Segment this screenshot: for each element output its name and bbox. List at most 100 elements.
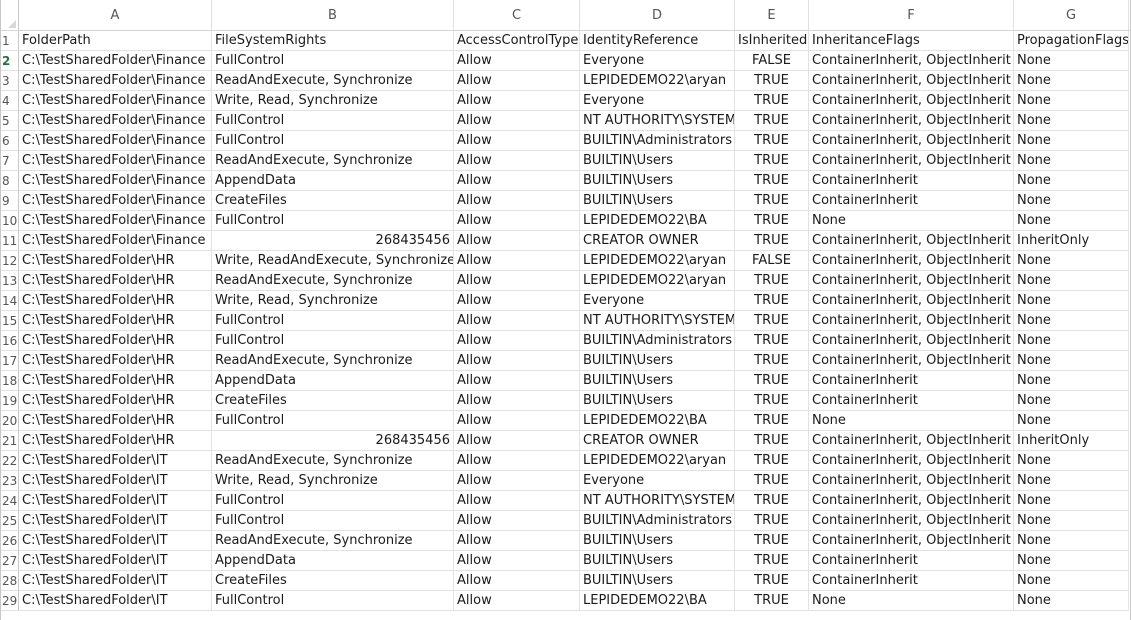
column-header-f[interactable]: F [809, 0, 1014, 30]
table-cell[interactable]: LEPIDEDEMO22\aryan [580, 451, 735, 471]
table-cell[interactable]: FullControl [212, 311, 454, 331]
table-cell[interactable]: None [1014, 91, 1129, 111]
table-cell[interactable]: C:\TestSharedFolder\HR [19, 251, 212, 271]
table-cell[interactable]: C:\TestSharedFolder\Finance [19, 71, 212, 91]
table-cell[interactable]: ReadAndExecute, Synchronize [212, 451, 454, 471]
table-cell[interactable]: Write, Read, Synchronize [212, 91, 454, 111]
table-cell[interactable]: BUILTIN\Administrators [580, 511, 735, 531]
row-header[interactable]: 14 [1, 291, 19, 311]
table-cell[interactable]: ContainerInherit [809, 391, 1014, 411]
table-cell[interactable]: Allow [454, 491, 580, 511]
table-cell[interactable]: None [1014, 251, 1129, 271]
table-cell[interactable]: BUILTIN\Users [580, 571, 735, 591]
table-cell[interactable]: ContainerInherit, ObjectInherit [809, 71, 1014, 91]
table-cell[interactable]: None [1014, 351, 1129, 371]
table-cell[interactable]: Everyone [580, 91, 735, 111]
table-cell[interactable]: TRUE [735, 111, 809, 131]
row-header[interactable]: 20 [1, 411, 19, 431]
table-cell[interactable]: LEPIDEDEMO22\BA [580, 591, 735, 611]
table-cell[interactable]: Write, Read, Synchronize [212, 471, 454, 491]
table-cell[interactable]: Write, ReadAndExecute, Synchronize [212, 251, 454, 271]
table-cell[interactable]: TRUE [735, 591, 809, 611]
table-cell[interactable]: ReadAndExecute, Synchronize [212, 351, 454, 371]
row-header[interactable]: 28 [1, 571, 19, 591]
table-cell[interactable]: BUILTIN\Administrators [580, 331, 735, 351]
table-cell[interactable]: LEPIDEDEMO22\aryan [580, 71, 735, 91]
table-cell[interactable]: Allow [454, 271, 580, 291]
row-header[interactable]: 26 [1, 531, 19, 551]
table-cell[interactable]: ContainerInherit, ObjectInherit [809, 431, 1014, 451]
table-cell[interactable]: AppendData [212, 551, 454, 571]
table-cell[interactable]: ContainerInherit, ObjectInherit [809, 511, 1014, 531]
row-header[interactable]: 23 [1, 471, 19, 491]
table-cell[interactable]: TRUE [735, 271, 809, 291]
table-cell[interactable]: FALSE [735, 51, 809, 71]
table-cell[interactable]: Allow [454, 571, 580, 591]
table-cell[interactable]: FullControl [212, 491, 454, 511]
table-cell[interactable]: Allow [454, 331, 580, 351]
table-cell[interactable]: TRUE [735, 531, 809, 551]
table-cell[interactable]: Allow [454, 391, 580, 411]
row-header[interactable]: 6 [1, 131, 19, 151]
row-header[interactable]: 10 [1, 211, 19, 231]
table-cell[interactable]: CreateFiles [212, 191, 454, 211]
table-cell[interactable]: TRUE [735, 71, 809, 91]
table-cell[interactable]: NT AUTHORITY\SYSTEM [580, 311, 735, 331]
row-header[interactable]: 1 [1, 31, 19, 51]
table-cell[interactable]: TRUE [735, 471, 809, 491]
table-cell[interactable]: ContainerInherit, ObjectInherit [809, 451, 1014, 471]
table-cell[interactable]: None [1014, 551, 1129, 571]
table-cell[interactable]: TRUE [735, 451, 809, 471]
table-cell[interactable]: C:\TestSharedFolder\HR [19, 411, 212, 431]
table-cell[interactable]: ContainerInherit, ObjectInherit [809, 331, 1014, 351]
column-header-c[interactable]: C [454, 0, 580, 30]
row-header[interactable]: 3 [1, 71, 19, 91]
table-cell[interactable]: TRUE [735, 191, 809, 211]
header-cell[interactable]: FolderPath [19, 31, 212, 51]
table-cell[interactable]: TRUE [735, 371, 809, 391]
table-cell[interactable]: TRUE [735, 211, 809, 231]
table-cell[interactable]: TRUE [735, 331, 809, 351]
row-header[interactable]: 5 [1, 111, 19, 131]
row-header[interactable]: 13 [1, 271, 19, 291]
table-cell[interactable]: Allow [454, 231, 580, 251]
table-cell[interactable]: ReadAndExecute, Synchronize [212, 151, 454, 171]
table-cell[interactable]: TRUE [735, 351, 809, 371]
table-cell[interactable]: C:\TestSharedFolder\Finance [19, 231, 212, 251]
table-cell[interactable]: FullControl [212, 51, 454, 71]
table-cell[interactable]: 268435456 [212, 231, 454, 251]
table-cell[interactable]: None [1014, 531, 1129, 551]
table-cell[interactable]: C:\TestSharedFolder\HR [19, 391, 212, 411]
table-cell[interactable]: Allow [454, 71, 580, 91]
table-cell[interactable]: BUILTIN\Users [580, 351, 735, 371]
table-cell[interactable]: None [1014, 391, 1129, 411]
row-header[interactable]: 7 [1, 151, 19, 171]
table-cell[interactable]: C:\TestSharedFolder\IT [19, 551, 212, 571]
table-cell[interactable]: ContainerInherit, ObjectInherit [809, 51, 1014, 71]
table-cell[interactable]: Allow [454, 311, 580, 331]
column-header-g[interactable]: G [1014, 0, 1129, 30]
table-cell[interactable]: AppendData [212, 371, 454, 391]
table-cell[interactable]: TRUE [735, 571, 809, 591]
header-cell[interactable]: IsInherited [735, 31, 809, 51]
table-cell[interactable]: None [1014, 591, 1129, 611]
table-cell[interactable]: None [809, 591, 1014, 611]
table-cell[interactable]: FullControl [212, 591, 454, 611]
table-cell[interactable]: TRUE [735, 431, 809, 451]
table-cell[interactable]: None [1014, 111, 1129, 131]
table-cell[interactable]: ReadAndExecute, Synchronize [212, 531, 454, 551]
table-cell[interactable]: TRUE [735, 151, 809, 171]
table-cell[interactable]: LEPIDEDEMO22\aryan [580, 271, 735, 291]
table-cell[interactable]: 268435456 [212, 431, 454, 451]
table-cell[interactable]: TRUE [735, 291, 809, 311]
table-cell[interactable]: C:\TestSharedFolder\Finance [19, 91, 212, 111]
table-cell[interactable]: BUILTIN\Users [580, 151, 735, 171]
table-cell[interactable]: NT AUTHORITY\SYSTEM [580, 111, 735, 131]
table-cell[interactable]: None [1014, 291, 1129, 311]
table-cell[interactable]: ContainerInherit, ObjectInherit [809, 311, 1014, 331]
table-cell[interactable]: CreateFiles [212, 391, 454, 411]
table-cell[interactable]: ContainerInherit, ObjectInherit [809, 151, 1014, 171]
table-cell[interactable]: Allow [454, 351, 580, 371]
table-cell[interactable]: FullControl [212, 211, 454, 231]
table-cell[interactable]: Allow [454, 51, 580, 71]
